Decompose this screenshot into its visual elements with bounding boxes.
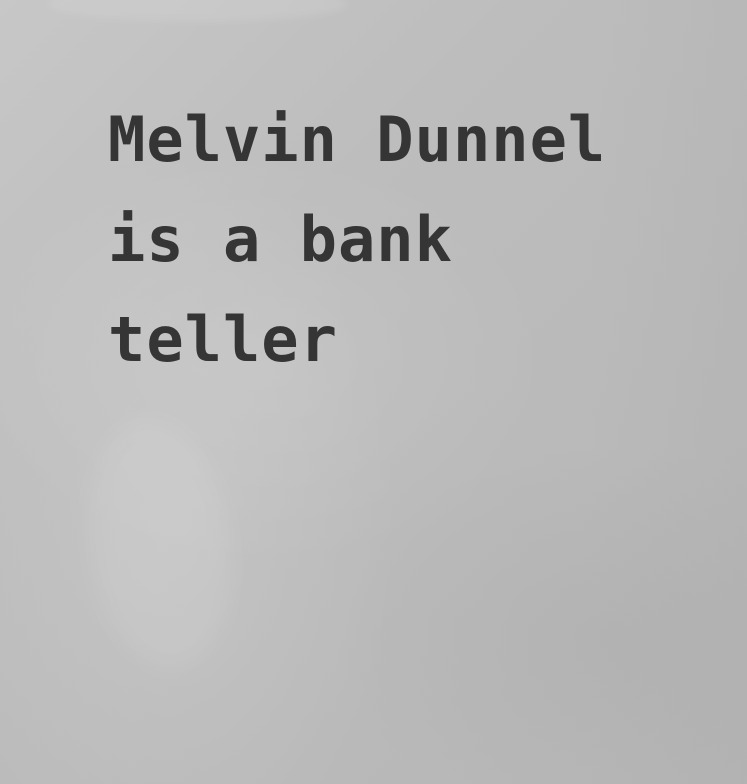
paper-background: Melvin Dunnel is a bank teller <box>0 0 747 784</box>
statement-line-3: teller <box>108 303 338 376</box>
statement-line-1: Melvin Dunnel <box>108 103 607 176</box>
paper-fold-highlight <box>48 0 348 22</box>
typed-statement: Melvin Dunnel is a bank teller <box>108 90 688 390</box>
paper-soft-highlight <box>73 411 247 679</box>
statement-line-2: is a bank <box>108 203 453 276</box>
